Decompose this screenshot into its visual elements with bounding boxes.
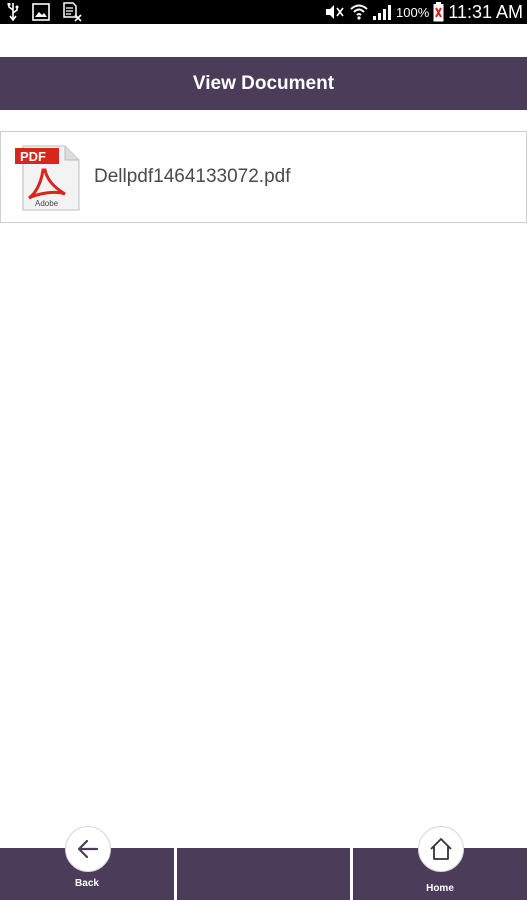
home-icon — [430, 838, 452, 860]
system-icons: 100% 11:31 AM — [324, 0, 523, 24]
document-error-icon — [63, 2, 82, 22]
back-label: Back — [75, 878, 99, 889]
arrow-left-icon — [77, 839, 99, 859]
image-icon — [32, 3, 50, 21]
home-button[interactable] — [418, 826, 464, 872]
clock: 11:31 AM — [448, 1, 523, 22]
usb-icon — [7, 3, 19, 22]
document-name: Dellpdf1464133072.pdf — [94, 166, 291, 187]
page-title: View Document — [192, 72, 335, 94]
wifi-icon — [350, 4, 368, 20]
svg-text:Adobe: Adobe — [35, 199, 59, 208]
status-bar: 100% 11:31 AM — [0, 0, 527, 24]
home-label: Home — [426, 883, 454, 894]
document-list-item[interactable]: PDF Adobe Dellpdf1464133072.pdf — [0, 131, 527, 223]
notification-icons — [6, 2, 82, 22]
battery-percent: 100% — [396, 4, 430, 20]
middle-nav-cell — [177, 848, 350, 900]
signal-icon — [373, 5, 392, 20]
battery-icon — [433, 2, 444, 22]
back-button[interactable] — [65, 826, 111, 872]
pdf-icon: PDF Adobe — [15, 145, 80, 211]
svg-text:PDF: PDF — [20, 149, 46, 164]
title-bar: View Document — [0, 57, 527, 110]
mute-icon — [326, 5, 344, 19]
